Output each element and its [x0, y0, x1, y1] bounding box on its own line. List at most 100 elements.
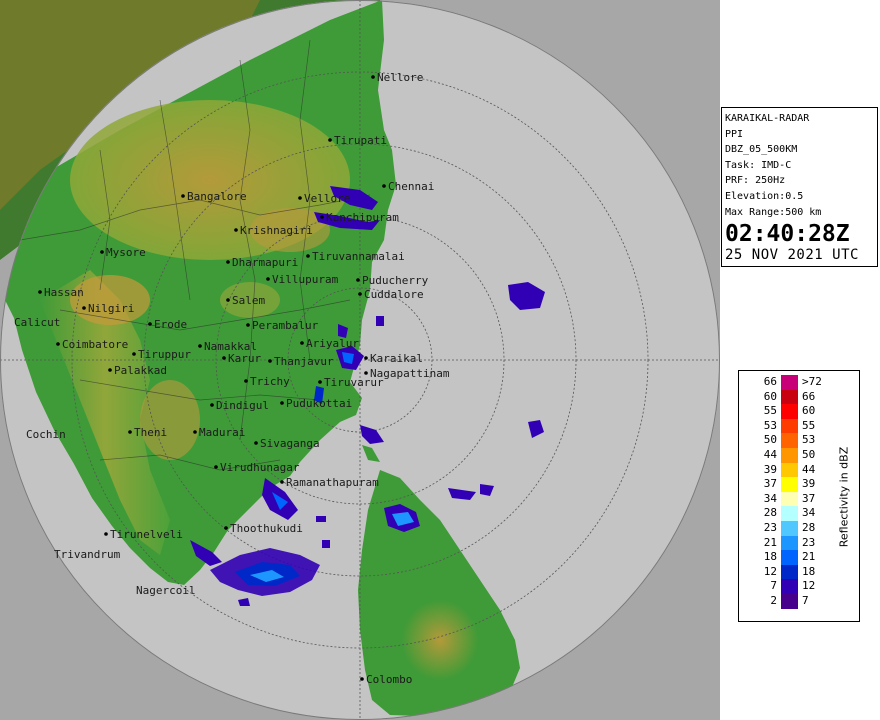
legend-row: 60 66	[739, 389, 831, 405]
city-label: Tirupati	[334, 134, 387, 147]
city-label: Nellore	[377, 71, 423, 84]
city-marker: Nellore	[371, 71, 423, 84]
city-marker: Chennai	[382, 180, 434, 193]
city-dot	[226, 260, 230, 264]
product-id: DBZ_05_500KM	[725, 144, 798, 156]
city-marker: Virudhunagar	[214, 461, 300, 474]
city-marker: Madurai	[193, 426, 245, 439]
city-marker: Vellore	[298, 192, 350, 205]
legend-row: 50 53	[739, 433, 831, 449]
legend-row: 44 50	[739, 448, 831, 464]
prf-label: PRF: 250Hz	[725, 175, 786, 187]
city-dot	[181, 194, 185, 198]
legend-row: 66 >72	[739, 375, 831, 391]
legend-max-value: 55	[802, 418, 816, 432]
city-label: Puducherry	[362, 274, 429, 287]
city-dot	[371, 75, 375, 79]
legend-row: 23 28	[739, 521, 831, 537]
legend-min-value: 18	[763, 550, 777, 564]
legend-max-value: 18	[802, 564, 816, 578]
city-dot	[320, 215, 324, 219]
legend-min-value: 50	[763, 433, 777, 447]
task-label: Task: IMD-C	[725, 159, 792, 171]
city-marker: Tiruvarur	[318, 376, 384, 389]
legend-color-swatch	[781, 448, 798, 464]
legend-min-value: 60	[763, 389, 777, 403]
city-label: Sivaganga	[260, 437, 320, 450]
city-dot	[280, 401, 284, 405]
legend-min-value: 7	[770, 579, 777, 593]
city-marker: Coimbatore	[56, 338, 128, 351]
legend-color-swatch	[781, 491, 798, 507]
city-label: Tiruvannamalai	[312, 250, 405, 263]
city-dot	[198, 344, 202, 348]
city-dot	[246, 323, 250, 327]
city-label: Pudukottai	[286, 397, 352, 410]
legend-title-text: Reflectivity in dBZ	[837, 446, 851, 548]
city-label: Karur	[228, 352, 261, 365]
city-label: Trichy	[250, 375, 290, 388]
city-label: Kanchipuram	[326, 211, 399, 224]
city-marker: Hassan	[38, 286, 84, 299]
city-marker: Calicut	[14, 316, 60, 329]
city-marker: Pudukottai	[280, 397, 352, 410]
city-marker: Trichy	[244, 375, 290, 388]
legend-max-value: 12	[802, 579, 816, 593]
legend-min-value: 55	[763, 404, 777, 418]
legend-title: Reflectivity in dBZ	[832, 379, 856, 615]
legend-min-value: 28	[763, 506, 777, 520]
legend-max-value: >72	[802, 375, 822, 388]
legend-max-value: 44	[802, 462, 816, 476]
city-label: Villupuram	[272, 273, 339, 286]
city-label: Hassan	[44, 286, 84, 299]
legend-min-value: 37	[763, 477, 777, 491]
city-dot	[214, 465, 218, 469]
city-marker: Mysore	[100, 246, 146, 259]
legend-row: 27	[739, 594, 831, 610]
city-marker: Cochin	[26, 428, 66, 441]
city-dot	[234, 228, 238, 232]
legend-color-swatch	[781, 594, 798, 610]
legend-max-value: 37	[802, 491, 816, 505]
city-label: Dindigul	[216, 399, 269, 412]
legend-row: 39 44	[739, 462, 831, 478]
legend-color-swatch	[781, 375, 798, 391]
city-label: Trivandrum	[54, 548, 121, 561]
city-marker: Thanjavur	[268, 355, 334, 368]
city-marker: Tiruppur	[132, 348, 191, 361]
city-marker: Karaikal	[364, 352, 423, 365]
max-range-label: Max Range:500 km	[725, 206, 822, 218]
city-marker: Tirunelveli	[104, 528, 183, 541]
city-dot	[358, 292, 362, 296]
city-label: Bangalore	[187, 190, 247, 203]
legend-color-swatch	[781, 564, 798, 580]
radar-map: Nellore Tirupati Chennai Bangalore Vellore Ka…	[0, 0, 720, 720]
city-marker: Bangalore	[181, 190, 247, 203]
city-dot	[364, 356, 368, 360]
city-dot	[132, 352, 136, 356]
city-label: Vellore	[304, 192, 350, 205]
city-marker: Dindigul	[210, 399, 269, 412]
legend-min-value: 21	[763, 535, 777, 549]
city-dot	[104, 532, 108, 536]
product-type: PPI	[725, 128, 744, 140]
city-marker: Kanchipuram	[320, 211, 399, 224]
city-dot	[148, 322, 152, 326]
observation-date: 25 NOV 2021 UTC	[725, 247, 859, 264]
city-marker: Thoothukudi	[224, 522, 303, 535]
city-dot	[382, 184, 386, 188]
city-dot	[298, 196, 302, 200]
city-marker: Ariyalur	[300, 337, 359, 350]
city-dot	[210, 403, 214, 407]
legend-max-value: 50	[802, 448, 816, 461]
city-dot	[222, 356, 226, 360]
city-marker: Perambalur	[246, 319, 319, 332]
legend-max-value: 39	[802, 477, 816, 491]
city-marker: Erode	[148, 318, 187, 331]
legend-max-value: 28	[802, 521, 816, 534]
legend-color-swatch	[781, 462, 798, 478]
legend-min-value: 12	[763, 564, 777, 578]
legend-color-swatch	[781, 506, 798, 522]
reflectivity-legend: 66 >72 60 66 55 60 53 55 50 53 44 50 39 44 37 39 34 37 28 3…	[738, 370, 860, 622]
legend-min-value: 23	[763, 521, 777, 534]
